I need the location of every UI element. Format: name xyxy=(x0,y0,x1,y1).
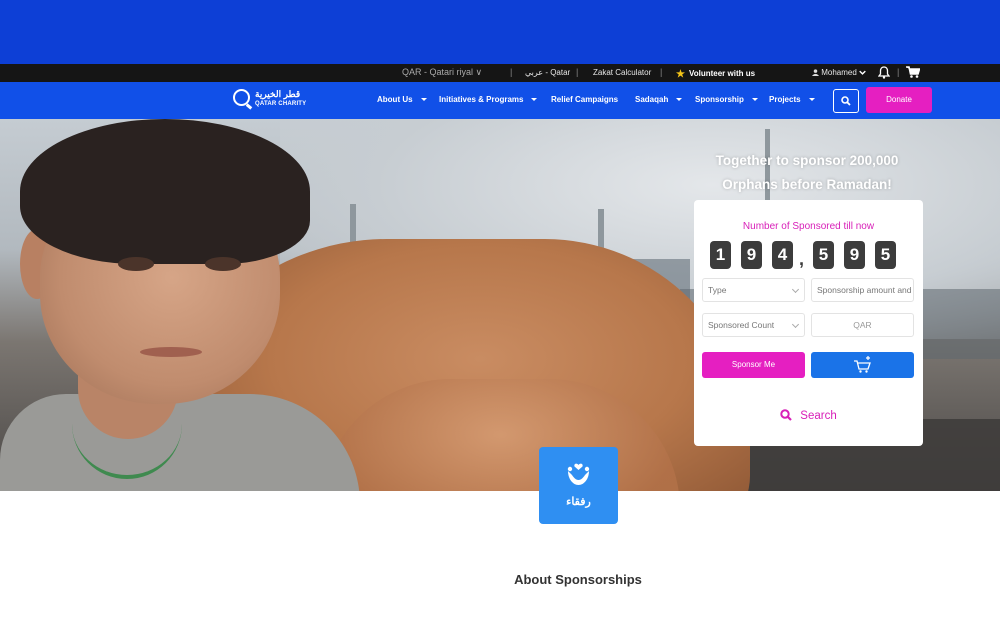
search-label: Search xyxy=(800,410,837,422)
caret-down-icon xyxy=(420,98,427,102)
hands-heart-icon xyxy=(567,463,590,485)
nav-relief-campaigns[interactable]: Relief Campaigns xyxy=(551,95,618,104)
qatar-charity-logo[interactable]: قطر الخيرية QATAR CHARITY xyxy=(233,88,313,114)
hero-title-line: Together to sponsor 200,000 xyxy=(715,153,899,168)
user-icon xyxy=(812,69,819,76)
rofaqa-label: رفقاء xyxy=(566,496,591,508)
nav-projects[interactable]: Projects xyxy=(769,95,815,104)
chevron-down-icon: ∨ xyxy=(475,67,483,77)
photo-boy-eye xyxy=(118,257,154,271)
currency-selector[interactable]: QAR - Qatari riyal ∨ xyxy=(402,67,482,78)
nav-sadaqah[interactable]: Sadaqah xyxy=(635,95,683,104)
nav-sponsorship[interactable]: Sponsorship xyxy=(695,95,758,104)
nav-label: Initiatives & Programs xyxy=(439,95,524,104)
logo-q-icon xyxy=(233,89,250,106)
logo-arabic-text: قطر الخيرية xyxy=(255,89,301,99)
donate-button[interactable]: Donate xyxy=(866,87,932,113)
sponsored-count-select[interactable]: Sponsored Count xyxy=(702,313,805,337)
counter-digit: 9 xyxy=(741,241,762,269)
search-icon xyxy=(841,96,851,106)
nav-label: About Us xyxy=(377,95,413,104)
currency-label: QAR - Qatari riyal xyxy=(402,67,474,77)
chevron-down-icon xyxy=(859,70,866,75)
caret-down-icon xyxy=(808,98,815,102)
divider: | xyxy=(897,67,900,77)
nav-about-us[interactable]: About Us xyxy=(377,95,427,104)
currency-field[interactable]: QAR xyxy=(811,313,914,337)
cart-icon xyxy=(906,66,921,78)
volunteer-label: Volunteer with us xyxy=(688,69,756,78)
cart-add-icon xyxy=(854,356,871,373)
star-icon: ★ xyxy=(676,69,685,80)
nav-label: Sponsorship xyxy=(695,95,744,104)
main-nav: قطر الخيرية QATAR CHARITY About Us Initi… xyxy=(0,82,1000,119)
divider: | xyxy=(576,67,579,77)
counter-digit: 5 xyxy=(875,241,896,269)
logo-english-text: QATAR CHARITY xyxy=(255,101,307,107)
divider: | xyxy=(510,67,513,77)
top-blue-band xyxy=(0,0,1000,64)
counter-digit: 5 xyxy=(813,241,834,269)
currency-field-label: QAR xyxy=(853,320,872,330)
counter-comma: , xyxy=(799,249,805,269)
counter-digit: 4 xyxy=(772,241,793,269)
rofaqa-badge[interactable]: رفقاء xyxy=(539,447,618,524)
divider: | xyxy=(660,67,663,77)
type-select-label: Type xyxy=(708,285,727,295)
caret-down-icon xyxy=(751,98,758,102)
photo-boy-mouth xyxy=(140,347,202,357)
sponsored-count-label: Sponsored Count xyxy=(708,320,775,330)
add-to-cart-button[interactable] xyxy=(811,352,914,378)
photo-boy-eye xyxy=(205,257,241,271)
user-menu[interactable]: Mohamed xyxy=(812,68,866,77)
cart-button[interactable] xyxy=(906,66,921,80)
search-icon xyxy=(780,409,793,421)
photo-boy-hair xyxy=(20,119,310,264)
page: QAR - Qatari riyal ∨ | عربي - Qatar | Za… xyxy=(0,0,1000,623)
counter-digit: 1 xyxy=(710,241,731,269)
zakat-calculator-link[interactable]: Zakat Calculator xyxy=(593,68,651,77)
nav-label: Relief Campaigns xyxy=(551,95,619,104)
caret-down-icon xyxy=(531,98,538,102)
about-sponsorships-heading: About Sponsorships xyxy=(514,572,642,587)
caret-down-icon xyxy=(676,98,683,102)
sponsor-me-button[interactable]: Sponsor Me xyxy=(702,352,805,378)
sponsorship-amount-placeholder: Sponsorship amount and xyxy=(817,285,912,295)
search-link[interactable]: Search xyxy=(694,409,923,422)
chevron-down-icon xyxy=(791,320,800,329)
nav-label: Projects xyxy=(769,95,801,104)
volunteer-link[interactable]: ★ Volunteer with us xyxy=(676,68,756,80)
hero-banner: Together to sponsor 200,000 Orphans befo… xyxy=(0,119,1000,491)
nav-label: Sadaqah xyxy=(635,95,669,104)
bell-icon xyxy=(877,66,891,79)
counter-digit: 9 xyxy=(844,241,865,269)
sponsorship-amount-field[interactable]: Sponsorship amount and xyxy=(811,278,914,302)
hero-title: Together to sponsor 200,000 Orphans befo… xyxy=(697,149,917,197)
chevron-down-icon xyxy=(791,285,800,294)
sponsorship-card: Number of Sponsored till now 1 9 4 , 5 9… xyxy=(694,200,923,446)
sponsored-count-title: Number of Sponsored till now xyxy=(742,221,875,232)
user-name: Mohamed xyxy=(821,68,857,77)
utility-bar: QAR - Qatari riyal ∨ | عربي - Qatar | Za… xyxy=(0,64,1000,82)
type-select[interactable]: Type xyxy=(702,278,805,302)
nav-search-button[interactable] xyxy=(833,89,859,113)
nav-initiatives-programs[interactable]: Initiatives & Programs xyxy=(439,95,538,104)
language-link[interactable]: عربي - Qatar xyxy=(525,68,570,77)
hero-title-line: Orphans before Ramadan! xyxy=(722,177,892,192)
notifications-button[interactable] xyxy=(877,66,891,81)
